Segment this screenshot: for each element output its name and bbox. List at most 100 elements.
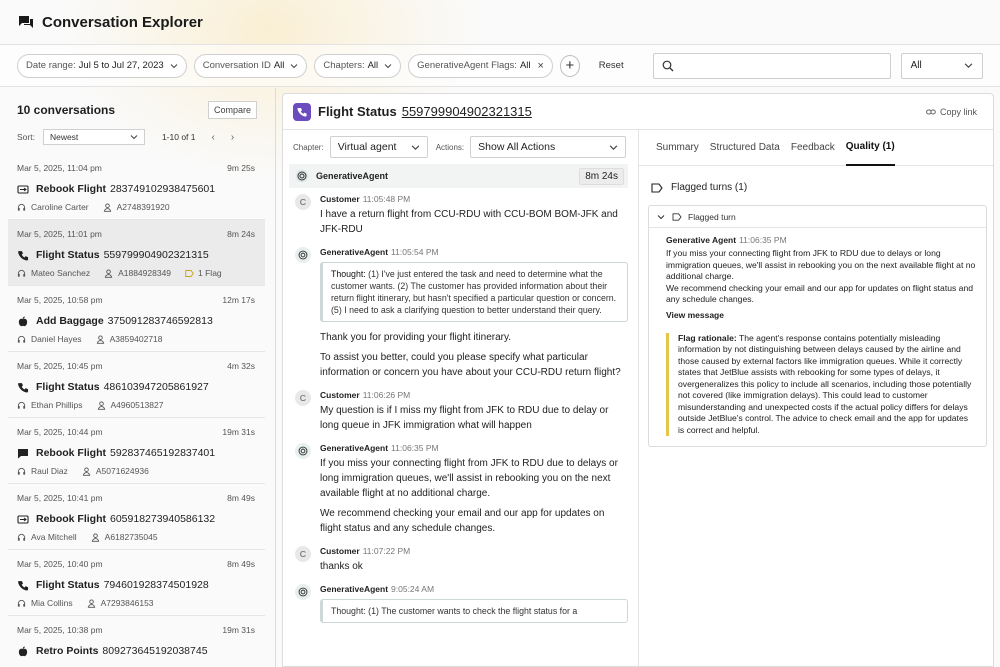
agent-segment-bar[interactable]: GenerativeAgent 8m 24s	[289, 164, 628, 188]
compare-button[interactable]: Compare	[207, 101, 257, 119]
headset-icon	[17, 467, 26, 475]
conversation-duration: 8m 24s	[227, 229, 255, 239]
agent-thought: Thought: (1) I've just entered the task …	[320, 262, 628, 322]
phone-icon	[18, 250, 29, 260]
chevron-down-icon	[170, 63, 178, 68]
generative-agent-icon	[295, 169, 309, 183]
date-range-filter[interactable]: Date range: Jul 5 to Jul 27, 2023	[17, 53, 187, 78]
add-filter-button[interactable]: +	[559, 54, 580, 77]
user-icon	[87, 598, 95, 608]
conversation-list-item[interactable]: Mar 5, 2025, 10:45 pm 4m 32s Flight Status…	[8, 352, 265, 418]
conversation-duration: 19m 31s	[222, 427, 255, 437]
phone-icon	[18, 580, 29, 590]
agent-name: Raul Diaz	[31, 466, 68, 476]
view-message-link[interactable]: View message	[666, 310, 976, 320]
chevron-down-icon	[130, 135, 138, 140]
chapters-filter[interactable]: Chapters: All	[314, 53, 402, 78]
conversation-date: Mar 5, 2025, 10:40 pm	[17, 559, 103, 569]
tag-icon	[672, 212, 682, 221]
tab-quality-1[interactable]: Quality (1)	[845, 130, 895, 166]
reset-button[interactable]: Reset	[599, 60, 624, 71]
conversation-date: Mar 5, 2025, 10:41 pm	[17, 493, 103, 503]
customer-avatar: C	[295, 390, 311, 406]
account-id: A5071624936	[95, 466, 149, 476]
conversation-id-filter[interactable]: Conversation ID All	[193, 53, 308, 78]
tab-feedback[interactable]: Feedback	[791, 130, 835, 166]
conversation-id: 486103947205861927	[103, 381, 209, 393]
conversation-date: Mar 5, 2025, 10:45 pm	[17, 361, 103, 371]
tag-icon	[185, 269, 194, 277]
account-id: A4960513827	[110, 400, 164, 410]
conversation-list-item[interactable]: Mar 5, 2025, 10:40 pm 8m 49s Flight Status…	[8, 550, 265, 616]
account-id: A3859402718	[109, 334, 163, 344]
chapter-select[interactable]: Virtual agent	[329, 136, 428, 158]
conversation-id: 605918273940586132	[110, 513, 216, 525]
chat-icon	[18, 448, 28, 458]
conversation-count: 10 conversations	[17, 103, 116, 117]
conversation-list-item[interactable]: Mar 5, 2025, 11:04 pm 9m 25s Rebook Flight…	[8, 154, 265, 220]
transcript-panel: Chapter: Virtual agent Actions: Show All…	[283, 130, 639, 666]
conversation-date: Mar 5, 2025, 11:04 pm	[17, 163, 102, 173]
conversation-detail-panel: Flight Status 559799904902321315 Copy li…	[282, 93, 994, 667]
message-agent: GenerativeAgent 9:05:24 AM Thought: (1) T…	[295, 584, 628, 631]
conversation-duration: 12m 17s	[222, 295, 255, 305]
link-icon	[926, 109, 936, 114]
conversation-date: Mar 5, 2025, 10:58 pm	[17, 295, 103, 305]
detail-title: Flight Status	[318, 104, 397, 119]
conversation-list-item[interactable]: Mar 5, 2025, 10:38 pm 19m 31s Retro Points…	[8, 616, 265, 667]
user-icon	[82, 466, 91, 476]
tag-icon	[651, 182, 663, 193]
scope-select[interactable]: All	[900, 52, 983, 79]
conversation-id: 283749102938475601	[110, 183, 216, 195]
conversation-id: 559799904902321315	[103, 249, 209, 261]
flagged-turn-card: Flagged turn Generative Agent 11:06:35 PM…	[648, 205, 987, 447]
account-id: A7293846153	[100, 598, 154, 608]
customer-avatar: C	[295, 546, 311, 562]
actions-select[interactable]: Show All Actions	[470, 136, 627, 158]
message-customer: C Customer 11:05:48 PM I have a return fl…	[295, 194, 628, 237]
headset-icon	[17, 401, 26, 409]
search-input[interactable]	[652, 52, 891, 79]
user-icon	[104, 268, 113, 278]
detail-conversation-id[interactable]: 559799904902321315	[402, 104, 532, 119]
conversation-list-item[interactable]: Mar 5, 2025, 10:44 pm 19m 31s Rebook Fligh…	[8, 418, 265, 484]
conversation-list-panel: 10 conversations Compare Sort: Newest 1-…	[0, 88, 276, 667]
generativeagent-flags-filter[interactable]: GenerativeAgent Flags: All ×	[408, 53, 553, 78]
tab-structured-data[interactable]: Structured Data	[710, 130, 780, 166]
agent-name: Mateo Sanchez	[31, 268, 91, 278]
chevron-down-icon	[609, 144, 618, 150]
account-id: A1884928349	[118, 268, 172, 278]
agent-name: Ethan Phillips	[31, 400, 83, 410]
generative-agent-icon	[295, 584, 311, 600]
next-page-icon[interactable]: ›	[231, 132, 234, 143]
conversation-duration: 9m 25s	[227, 163, 255, 173]
prev-page-icon[interactable]: ‹	[212, 132, 215, 143]
close-icon[interactable]: ×	[538, 60, 544, 72]
tab-summary[interactable]: Summary	[656, 130, 699, 166]
conversation-date: Mar 5, 2025, 11:01 pm	[17, 229, 102, 239]
conversation-type: Add Baggage	[36, 315, 104, 327]
headset-icon	[17, 335, 26, 343]
rebook-icon	[17, 514, 29, 524]
apple-icon	[18, 315, 28, 326]
conversation-type: Flight Status	[36, 249, 100, 261]
user-icon	[103, 202, 111, 212]
chat-logo-icon	[19, 16, 33, 28]
phone-icon	[18, 382, 29, 392]
conversation-list-item[interactable]: Mar 5, 2025, 10:41 pm 8m 49s Rebook Flight…	[8, 484, 265, 550]
chevron-down-icon	[384, 63, 392, 68]
account-id: A6182735045	[104, 532, 158, 542]
search-icon	[662, 60, 674, 71]
conversation-type: Rebook Flight	[36, 183, 106, 195]
flagged-turn-toggle[interactable]: Flagged turn	[649, 206, 986, 228]
conversation-list-item[interactable]: Mar 5, 2025, 10:58 pm 12m 17s Add Baggage 3…	[8, 286, 265, 352]
conversation-id: 809273645192038745	[102, 645, 208, 657]
sort-select[interactable]: Newest	[42, 129, 145, 145]
conversation-type: Rebook Flight	[36, 447, 106, 459]
copy-link-button[interactable]: Copy link	[926, 107, 977, 117]
chevron-down-icon	[291, 63, 298, 68]
conversation-id: 375091283746592813	[107, 315, 213, 327]
conversation-list-item[interactable]: Mar 5, 2025, 11:01 pm 8m 24s Flight Status…	[8, 220, 265, 286]
conversation-date: Mar 5, 2025, 10:44 pm	[17, 427, 103, 437]
app-title: Conversation Explorer	[42, 13, 203, 31]
